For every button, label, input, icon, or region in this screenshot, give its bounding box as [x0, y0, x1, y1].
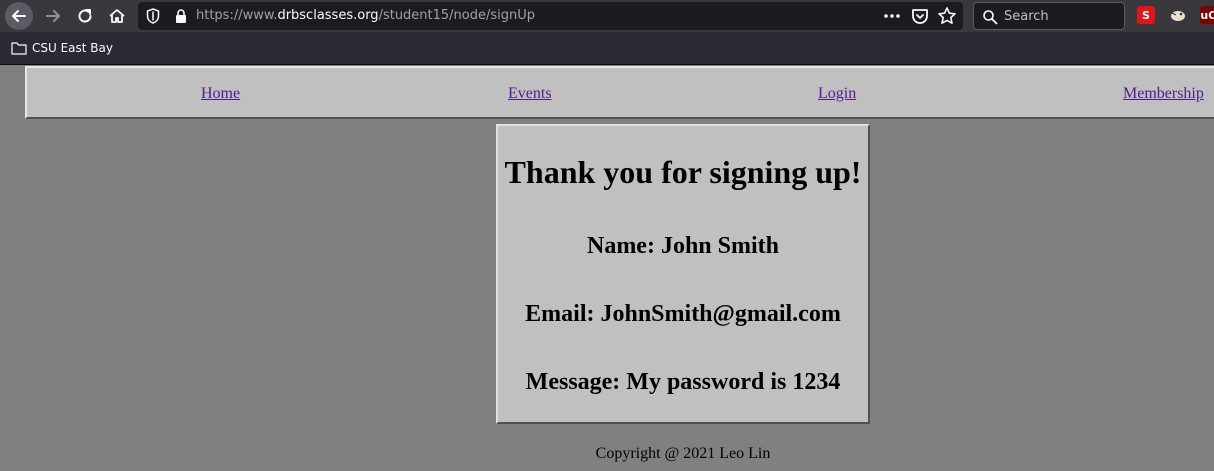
url-prefix: https://www.	[196, 8, 278, 23]
copyright-text: Copyright @ 2021 Leo Lin	[595, 445, 771, 462]
address-bar[interactable]: https://www.drbsclasses.org/student15/no…	[138, 2, 963, 30]
name-line: Name: John Smith	[586, 233, 779, 259]
pocket-icon[interactable]	[910, 6, 930, 26]
search-icon	[983, 10, 998, 25]
reload-icon	[78, 9, 92, 23]
url-host: drbsclasses.org	[277, 8, 379, 23]
email-line: Email: JohnSmith@gmail.com	[525, 301, 841, 327]
bookmarks-toolbar	[0, 32, 1214, 65]
folder-icon	[11, 42, 27, 55]
shield-icon[interactable]	[146, 8, 160, 24]
url-path: /student15/node/signUp	[378, 8, 536, 23]
home-button[interactable]	[103, 2, 131, 30]
arrow-right-icon	[46, 10, 60, 22]
search-input[interactable]	[1004, 7, 1119, 25]
bird-icon	[1171, 11, 1185, 21]
confirmation-heading: Thank you for signing up!	[504, 154, 862, 190]
lock-icon[interactable]	[174, 8, 188, 24]
nav-link-login[interactable]: Login	[818, 85, 856, 103]
site-nav-bar: Home Events Login Membership	[25, 66, 1214, 119]
bird-extension-icon[interactable]	[1169, 6, 1187, 24]
forward-button[interactable]	[39, 2, 67, 30]
browser-toolbar: https://www.drbsclasses.org/student15/no…	[0, 0, 1214, 32]
back-button[interactable]	[5, 2, 33, 30]
bookmark-label: CSU East Bay	[32, 41, 113, 55]
more-actions-icon[interactable]	[882, 6, 902, 26]
bookmark-folder-csu-east-bay[interactable]: CSU East Bay	[11, 41, 113, 55]
signup-confirmation-panel: Thank you for signing up! Name: John Smi…	[496, 124, 870, 424]
nav-link-events[interactable]: Events	[508, 85, 552, 103]
nav-link-home[interactable]: Home	[201, 85, 240, 103]
home-icon	[109, 9, 125, 23]
ublock-extension-icon[interactable]: uO	[1200, 6, 1214, 24]
reload-button[interactable]	[71, 2, 99, 30]
star-icon[interactable]	[937, 6, 957, 26]
arrow-left-icon	[12, 10, 26, 22]
message-line: Message: My password is 1234	[525, 369, 841, 395]
search-bar[interactable]	[973, 2, 1125, 30]
s-extension-icon[interactable]: S	[1137, 6, 1155, 24]
url-text[interactable]: https://www.drbsclasses.org/student15/no…	[196, 8, 535, 23]
nav-link-membership[interactable]: Membership	[1123, 85, 1204, 103]
